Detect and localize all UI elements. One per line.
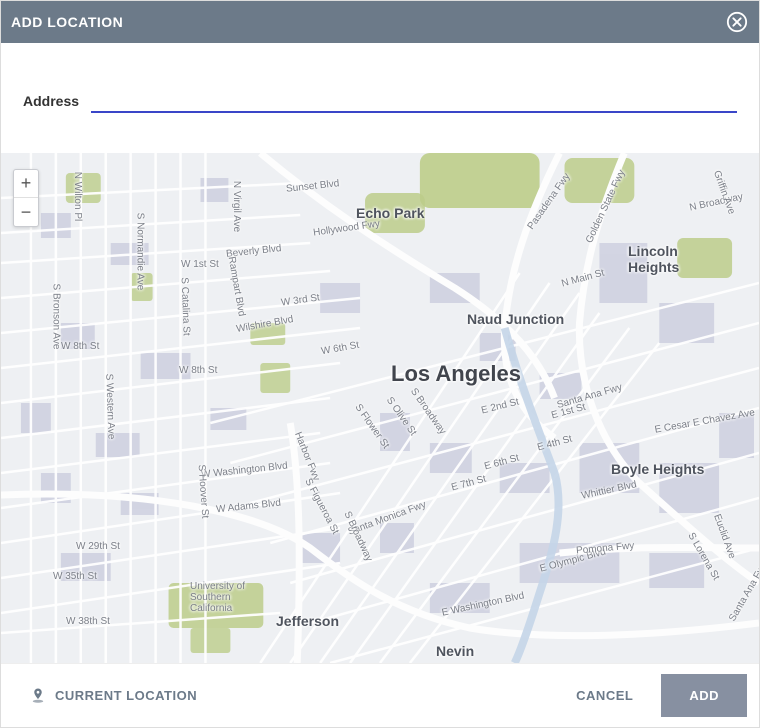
current-location-button[interactable]: CURRENT LOCATION xyxy=(11,679,215,713)
map-canvas[interactable]: + − Los AngelesEcho ParkLincoln HeightsN… xyxy=(1,153,759,663)
current-location-label: CURRENT LOCATION xyxy=(55,688,197,703)
cancel-button[interactable]: CANCEL xyxy=(548,674,661,717)
zoom-controls: + − xyxy=(13,169,39,227)
address-row: Address xyxy=(1,43,759,153)
close-button[interactable] xyxy=(725,10,749,34)
address-label: Address xyxy=(23,93,79,113)
zoom-out-button[interactable]: − xyxy=(14,198,38,226)
zoom-in-button[interactable]: + xyxy=(14,170,38,198)
location-pin-icon xyxy=(29,687,47,705)
map-tiles xyxy=(1,153,759,663)
add-button[interactable]: ADD xyxy=(661,674,747,717)
modal-footer: CURRENT LOCATION CANCEL ADD xyxy=(1,663,759,727)
address-input[interactable] xyxy=(91,87,737,113)
close-icon xyxy=(726,11,748,33)
modal-title: ADD LOCATION xyxy=(11,14,123,30)
modal-header: ADD LOCATION xyxy=(1,1,759,43)
add-location-modal: ADD LOCATION Address xyxy=(0,0,760,728)
